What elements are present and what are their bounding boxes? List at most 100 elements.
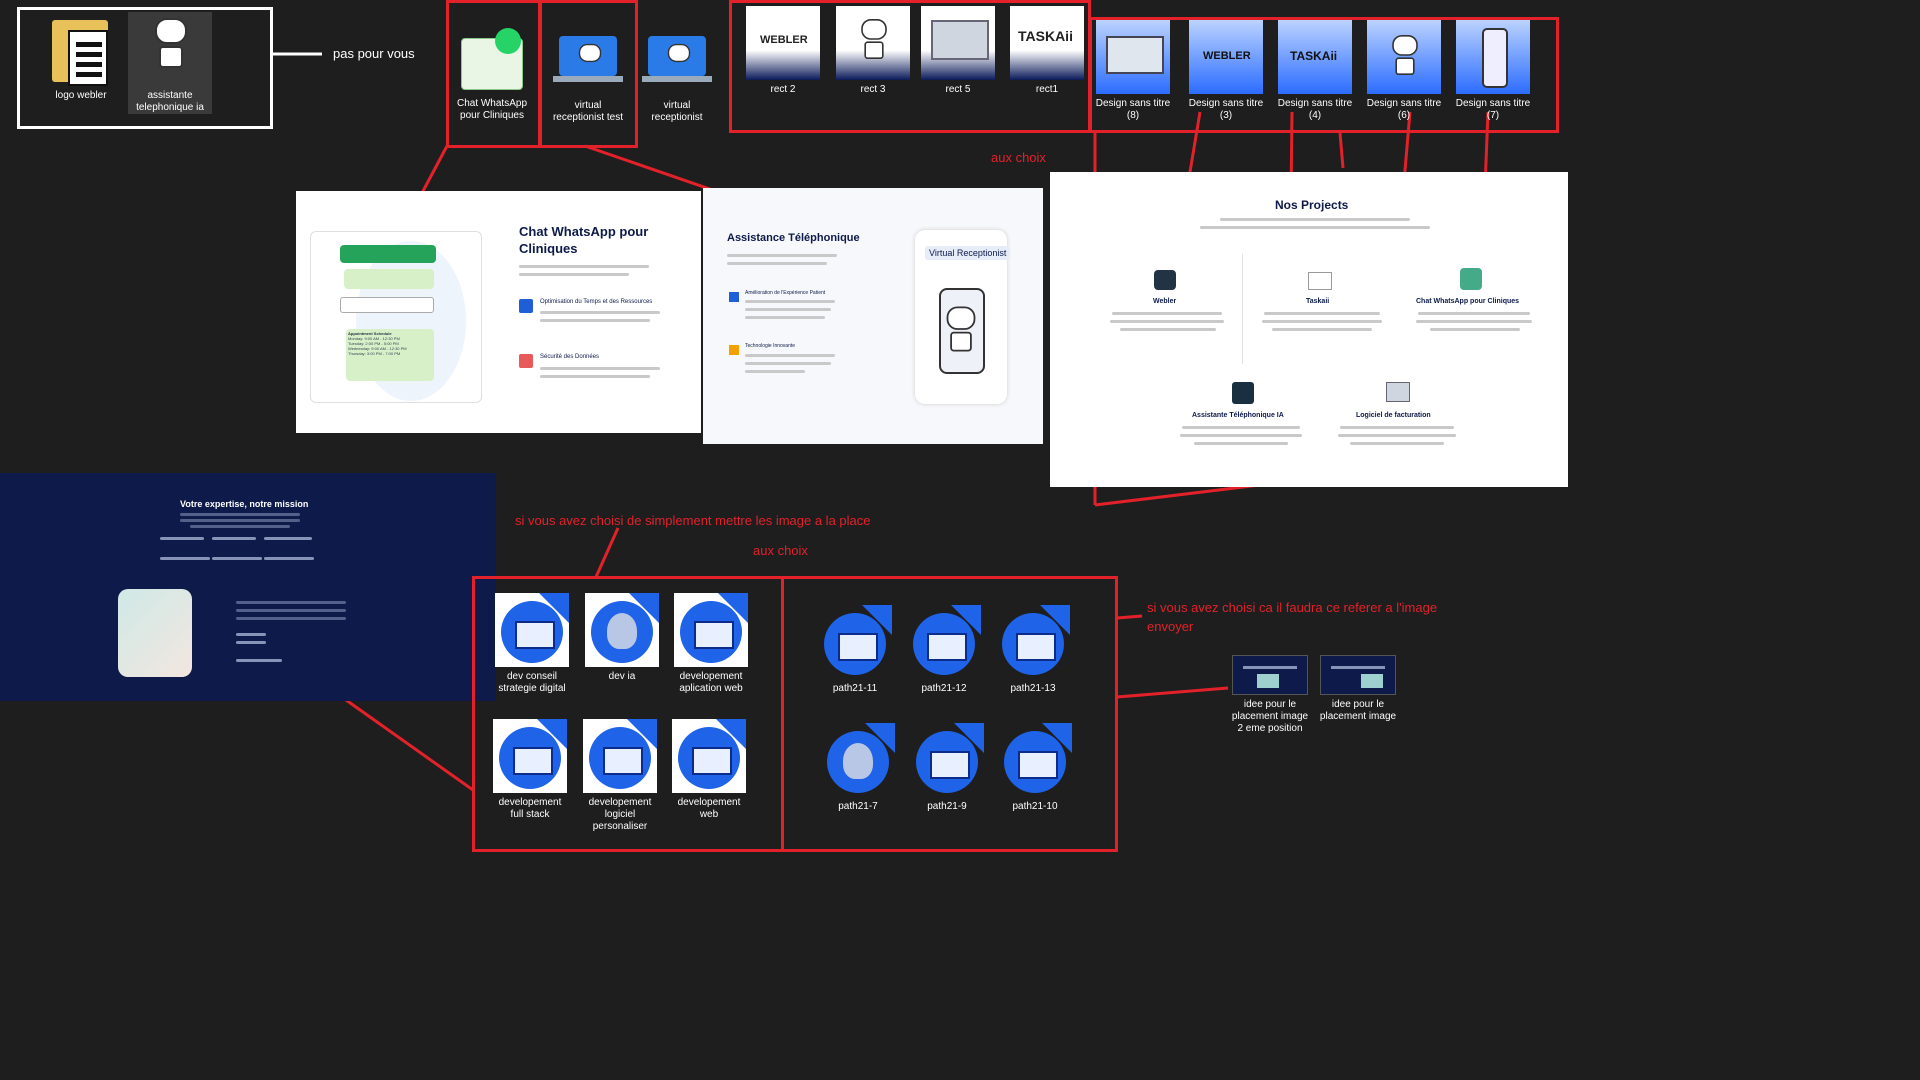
file-design-3[interactable]: WEBLER Design sans titre (3) [1188, 20, 1264, 122]
file-label: path21-13 [1010, 683, 1056, 694]
file-design-6[interactable]: Design sans titre (6) [1366, 20, 1442, 122]
monitor-icon [921, 6, 995, 80]
file-path21-12[interactable]: path21-12 [906, 605, 982, 695]
page-preview-icon [1320, 655, 1396, 695]
file-dev-conseil[interactable]: dev conseil strategie digital [494, 593, 570, 695]
file-idee-placement[interactable]: idee pour le placement image [1318, 655, 1398, 723]
schedule-line: Thursday: 3:00 PM - 7:00 PM [348, 351, 401, 356]
file-label: Design sans titre (7) [1455, 98, 1531, 121]
phone-icon [1456, 20, 1530, 94]
file-design-8[interactable]: Design sans titre (8) [1095, 20, 1171, 122]
folder-icon [44, 12, 118, 86]
web-dev-icon [996, 605, 1070, 679]
whatsapp-chat-icon [455, 20, 529, 94]
file-label: path21-11 [832, 683, 878, 694]
file-rect-2[interactable]: WEBLER rect 2 [745, 6, 821, 96]
taskaii-logo-icon: TASKAii [1278, 20, 1352, 94]
strategy-illustration-icon [818, 605, 892, 679]
robot-icon [836, 6, 910, 80]
file-rect-5[interactable]: rect 5 [920, 6, 996, 96]
file-design-7[interactable]: Design sans titre (7) [1455, 20, 1531, 122]
monitor-icon [1096, 20, 1170, 94]
project-name: Webler [1153, 298, 1177, 305]
file-virtual-receptionist[interactable]: virtual receptionist [639, 22, 715, 124]
file-assistante-telephonique[interactable]: assistante telephonique ia [128, 12, 212, 114]
aux-choix-label-bottom: aux choix [753, 543, 808, 558]
web-app-illustration-icon [910, 723, 984, 797]
file-rect1[interactable]: TASKAii rect1 [1009, 6, 1085, 96]
file-label: rect 3 [860, 84, 886, 95]
file-label: idee pour le placement image 2 eme posit… [1231, 699, 1309, 734]
webler-logo-icon: WEBLER [1189, 20, 1263, 94]
feature-icon [519, 354, 533, 368]
file-developement-logiciel[interactable]: developement logiciel personaliser [582, 719, 658, 833]
feature-title: Sécurité des Données [540, 354, 600, 360]
taskaii-logo-icon: TASKAii [1010, 6, 1084, 80]
file-label: path21-7 [838, 801, 878, 812]
laptop-robot-icon [640, 22, 714, 96]
web-dev-icon [672, 719, 746, 793]
web-app-illustration-icon [674, 593, 748, 667]
file-rect-3[interactable]: rect 3 [835, 6, 911, 96]
ai-head-icon [585, 593, 659, 667]
feature-title: Technologie Innovante [745, 343, 796, 349]
file-label: developement web [677, 797, 741, 820]
file-label: path21-9 [927, 801, 967, 812]
file-idee-placement-2[interactable]: idee pour le placement image 2 eme posit… [1228, 655, 1312, 735]
file-label: virtual receptionist test [552, 100, 624, 123]
virtual-receptionist-badge: Virtual Receptionist [925, 246, 1011, 260]
feature-icon [729, 345, 739, 355]
project-icon [1154, 270, 1176, 290]
file-label: logo webler [55, 90, 107, 101]
project-name: Taskaii [1306, 298, 1330, 305]
file-developement-aplication-web[interactable]: developement aplication web [673, 593, 749, 695]
slide-whatsapp-preview: Appointment Schedule Monday: 9:00 AM - 1… [296, 191, 701, 433]
laptop-code-icon [583, 719, 657, 793]
file-path21-13[interactable]: path21-13 [995, 605, 1071, 695]
project-name: Chat WhatsApp pour Cliniques [1416, 298, 1520, 305]
file-chat-whatsapp[interactable]: Chat WhatsApp pour Cliniques [454, 20, 530, 122]
file-label: developement logiciel personaliser [588, 797, 652, 832]
page-preview-icon [1232, 655, 1308, 695]
file-label: developement aplication web [679, 671, 743, 694]
file-label: path21-10 [1012, 801, 1058, 812]
mission-preview: Votre expertise, notre mission [0, 473, 496, 701]
project-icon [1460, 268, 1482, 290]
project-name: Logiciel de facturation [1356, 412, 1431, 419]
simple-images-note: si vous avez choisi de simplement mettre… [515, 513, 871, 528]
robot-icon [133, 12, 207, 86]
project-icon [1386, 382, 1410, 402]
laptop-code-icon [907, 605, 981, 679]
file-logo-webler[interactable]: logo webler [43, 12, 119, 102]
file-path21-11[interactable]: path21-11 [817, 605, 893, 695]
file-developement-web[interactable]: developement web [671, 719, 747, 821]
file-virtual-receptionist-test[interactable]: virtual receptionist test [550, 22, 626, 124]
file-path21-9[interactable]: path21-9 [909, 723, 985, 813]
webler-logo-icon: WEBLER [746, 6, 820, 80]
file-label: dev conseil strategie digital [498, 671, 566, 694]
slide-title: Assistance Téléphonique [727, 232, 860, 244]
project-icon [1232, 382, 1254, 404]
feature-icon [729, 292, 739, 302]
file-path21-7[interactable]: path21-7 [820, 723, 896, 813]
feature-icon [519, 299, 533, 313]
file-path21-10[interactable]: path21-10 [997, 723, 1073, 813]
projects-title: Nos Projects [1275, 198, 1349, 212]
mission-title: Votre expertise, notre mission [180, 499, 309, 509]
file-design-4[interactable]: TASKAii Design sans titre (4) [1277, 20, 1353, 122]
project-name: Assistante Téléphonique IA [1192, 412, 1284, 419]
file-dev-ia[interactable]: dev ia [584, 593, 660, 683]
file-label: Design sans titre (3) [1188, 98, 1264, 121]
laptop-robot-icon [551, 22, 625, 96]
file-label: path21-12 [921, 683, 967, 694]
project-icon [1308, 272, 1332, 290]
ai-head-icon [821, 723, 895, 797]
refer-image-note: si vous avez choisi ca il faudra ce refe… [1147, 600, 1438, 634]
developer-desk-icon [493, 719, 567, 793]
file-label: rect 5 [945, 84, 971, 95]
projects-preview: Nos Projects Webler Taskaii Chat WhatsAp… [1050, 172, 1568, 487]
file-label: assistante telephonique ia [136, 90, 204, 113]
file-label: Design sans titre (4) [1277, 98, 1353, 121]
file-developement-full-stack[interactable]: developement full stack [492, 719, 568, 821]
robot-icon [1367, 20, 1441, 94]
